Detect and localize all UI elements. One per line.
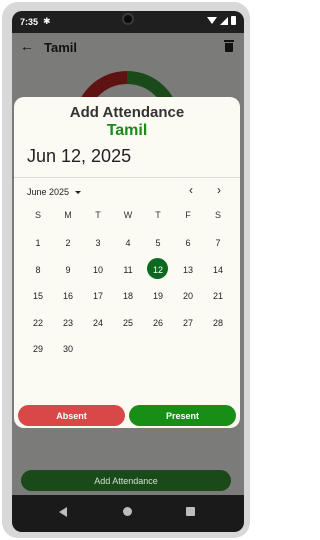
screen: 7:35 ✱ ← Tamil Add Attendance Tamil Jun … — [12, 11, 244, 532]
day-number: 5 — [155, 238, 161, 248]
status-bar: 7:35 ✱ — [12, 11, 244, 33]
battery-icon — [231, 16, 236, 25]
day-number: 28 — [212, 317, 223, 328]
calendar-day[interactable]: 15 — [23, 289, 53, 316]
weekday-label: F — [185, 210, 191, 220]
calendar-day[interactable]: 4 — [113, 236, 143, 263]
day-number: 9 — [65, 264, 71, 275]
phone-frame: 7:35 ✱ ← Tamil Add Attendance Tamil Jun … — [2, 2, 250, 538]
day-number: 27 — [182, 317, 193, 328]
day-number: 18 — [122, 291, 133, 301]
app-bar: ← Tamil — [12, 33, 244, 63]
wifi-icon — [207, 17, 217, 24]
add-attendance-dialog: Add Attendance Tamil Jun 12, 2025 June 2… — [14, 97, 240, 428]
calendar-day[interactable]: 7 — [203, 236, 233, 263]
signal-icon — [220, 16, 228, 25]
settings-icon: ✱ — [43, 16, 51, 26]
calendar-day[interactable]: 9 — [53, 263, 83, 290]
day-number: 24 — [92, 317, 103, 328]
day-number: 25 — [122, 317, 133, 328]
calendar-day[interactable]: 6 — [173, 236, 203, 263]
calendar-day[interactable]: 27 — [173, 316, 203, 343]
day-number: 3 — [95, 238, 101, 248]
day-number: 19 — [152, 291, 163, 301]
day-number: 11 — [123, 264, 133, 275]
month-label: June 2025 — [27, 187, 70, 197]
weekday-label: S — [214, 210, 221, 220]
day-number: 14 — [212, 264, 223, 275]
system-nav-bar — [12, 495, 244, 532]
present-button[interactable]: Present — [129, 405, 236, 426]
status-icons — [207, 16, 236, 25]
status-time: 7:35 — [20, 17, 39, 27]
calendar-day[interactable]: 25 — [113, 316, 143, 343]
calendar-day[interactable]: 20 — [173, 289, 203, 316]
divider — [14, 177, 240, 178]
selected-date-headline: Jun 12, 2025 — [27, 146, 132, 166]
calendar-day[interactable]: 22 — [23, 316, 53, 343]
calendar-day[interactable]: 23 — [53, 316, 83, 343]
month-year-picker[interactable]: June 2025 — [27, 187, 82, 197]
day-number: 16 — [62, 291, 73, 301]
calendar-day[interactable]: 8 — [23, 263, 53, 290]
day-number: 2 — [65, 238, 71, 248]
calendar-day[interactable]: 12 — [143, 257, 173, 290]
calendar-day[interactable]: 16 — [53, 289, 83, 316]
day-number: 20 — [182, 291, 193, 301]
day-number: 6 — [185, 238, 191, 248]
page-title: Tamil — [44, 40, 77, 55]
calendar-day[interactable]: 17 — [83, 289, 113, 316]
day-number: 26 — [152, 317, 163, 328]
trash-icon[interactable] — [224, 40, 234, 52]
next-month-icon[interactable]: › — [217, 183, 221, 197]
day-number: 4 — [125, 238, 131, 248]
day-number: 30 — [62, 344, 73, 354]
calendar-day[interactable]: 24 — [83, 316, 113, 343]
day-number: 17 — [92, 291, 103, 301]
back-arrow-icon[interactable]: ← — [20, 38, 34, 54]
day-number: 29 — [32, 344, 43, 354]
day-number: 10 — [92, 264, 103, 275]
calendar-day[interactable]: 11 — [113, 263, 143, 290]
day-number: 23 — [62, 317, 73, 328]
day-number: 12 — [152, 264, 163, 275]
calendar-day[interactable]: 19 — [143, 289, 173, 316]
weekday-label: T — [95, 210, 101, 220]
calendar-grid: 1 2 3 4 5 6 7 8 9 10 11 12 13 14 15 16 17 18 19 20 21 22 23 24 2… — [23, 236, 233, 369]
calendar-day[interactable]: 13 — [173, 263, 203, 290]
previous-month-icon[interactable]: ‹ — [189, 183, 193, 197]
calendar-day[interactable]: 28 — [203, 316, 233, 343]
calendar-day[interactable]: 3 — [83, 236, 113, 263]
day-number: 13 — [182, 264, 193, 275]
calendar-day[interactable]: 26 — [143, 316, 173, 343]
day-number: 7 — [215, 238, 221, 248]
day-number: 21 — [212, 291, 223, 301]
calendar-day[interactable]: 18 — [113, 289, 143, 316]
calendar-day[interactable]: 21 — [203, 289, 233, 316]
weekday-label: T — [155, 210, 161, 220]
weekday-label: S — [34, 210, 41, 220]
dialog-subtitle: Tamil — [106, 122, 148, 139]
weekday-label: W — [123, 210, 133, 220]
weekday-header: SMTWTFS — [23, 210, 233, 220]
add-attendance-button[interactable]: Add Attendance — [21, 470, 231, 491]
dialog-title: Add Attendance — [69, 104, 185, 121]
day-number: 1 — [35, 238, 41, 248]
day-number: 15 — [32, 291, 43, 301]
nav-back-icon[interactable] — [59, 507, 67, 517]
calendar-day[interactable]: 10 — [83, 263, 113, 290]
calendar-day[interactable]: 1 — [23, 236, 53, 263]
nav-home-icon[interactable] — [123, 507, 132, 516]
nav-recent-apps-icon[interactable] — [186, 507, 195, 516]
absent-button[interactable]: Absent — [18, 405, 125, 426]
camera-icon — [122, 13, 134, 25]
calendar-day[interactable]: 30 — [53, 342, 83, 369]
dropdown-caret-icon — [75, 190, 82, 194]
calendar-day[interactable]: 2 — [53, 236, 83, 263]
day-number: 22 — [32, 317, 43, 328]
calendar-day[interactable]: 29 — [23, 342, 53, 369]
calendar-day[interactable]: 14 — [203, 263, 233, 290]
weekday-label: M — [64, 210, 72, 220]
day-number: 8 — [35, 264, 41, 275]
